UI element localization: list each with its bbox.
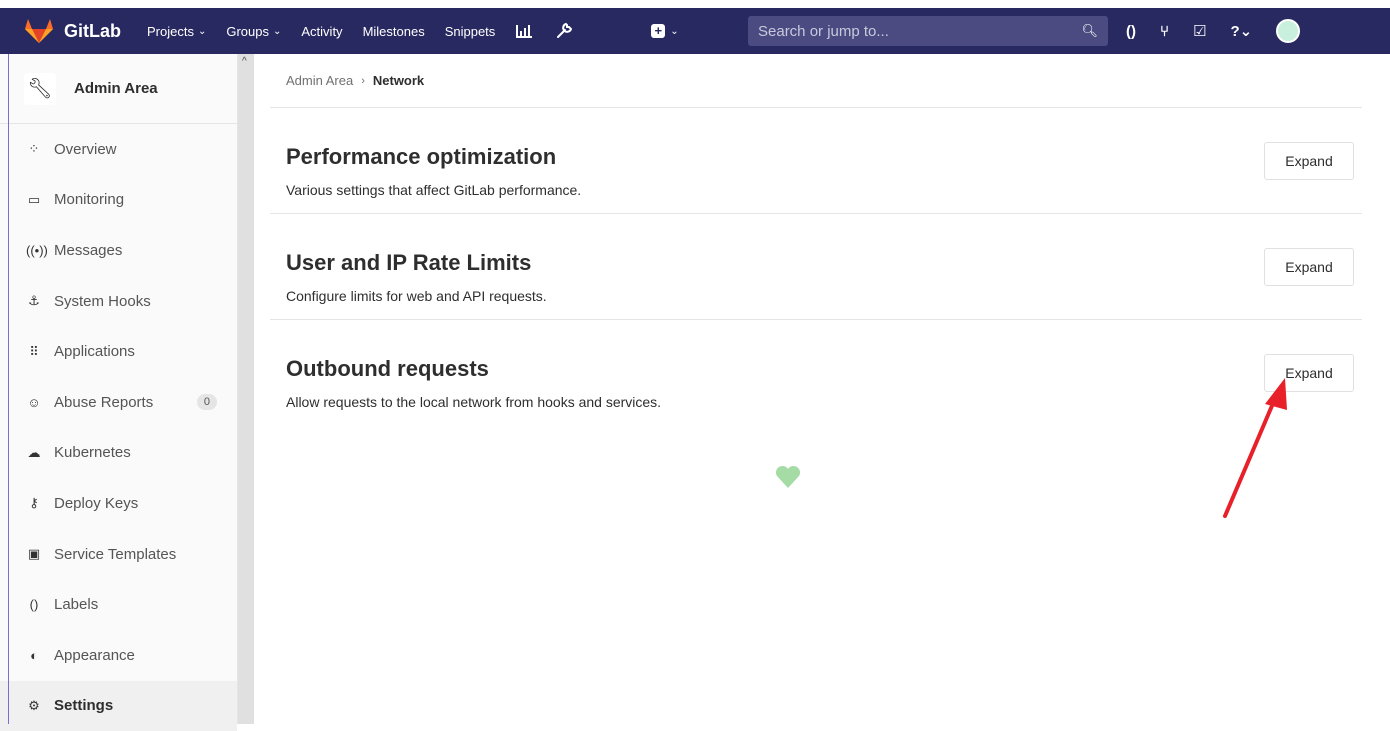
sidebar-item-label: Kubernetes (54, 444, 131, 462)
breadcrumb-current[interactable]: Network (373, 73, 424, 88)
smile-icon: ☺ (27, 394, 41, 410)
nav-milestones[interactable]: Milestones (363, 24, 425, 39)
sidebar-item-label: Applications (54, 343, 135, 361)
top-navbar: GitLab Projects ⌄ Groups ⌄ Activity Milest… (0, 8, 1390, 54)
section-title: Performance optimization (286, 144, 557, 169)
section-description: Configure limits for web and API request… (286, 288, 547, 304)
sidebar-item-system-hooks[interactable]: ⚓ System Hooks (0, 276, 237, 327)
nav-projects-label: Projects (147, 23, 194, 39)
sidebar-item-label: Messages (54, 241, 123, 259)
expand-button[interactable]: Expand (1264, 142, 1354, 180)
sidebar-title: Admin Area (74, 80, 158, 97)
wrench-icon[interactable] (555, 22, 573, 40)
scroll-up-icon[interactable]: ^ (242, 56, 247, 67)
issues-icon[interactable]: () (1126, 23, 1136, 40)
brand[interactable]: GitLab (24, 18, 121, 44)
sidebar-edge (8, 54, 9, 724)
nav-activity[interactable]: Activity (301, 24, 342, 39)
cloud-icon: ☁ (27, 444, 41, 460)
sidebar-item-service-templates[interactable]: ▣ Service Templates (0, 529, 237, 580)
sidebar-item-abuse-reports[interactable]: ☺ Abuse Reports 0 (0, 377, 237, 428)
sidebar-item-label: Labels (54, 596, 99, 614)
palette-icon: ◐ (30, 647, 38, 663)
search-icon: 🔍︎ (1081, 23, 1098, 38)
sidebar-scrollbar[interactable]: ^ (238, 54, 254, 724)
chevron-down-icon: ⌄ (670, 25, 679, 37)
template-icon: ▣ (27, 546, 41, 562)
monitor-icon: ▭ (27, 191, 41, 207)
breadcrumb: Admin Area › Network (270, 54, 1362, 108)
sidebar-item-label: Deploy Keys (54, 494, 139, 512)
todo-icon[interactable]: ☑ (1193, 22, 1206, 40)
sidebar-item-kubernetes[interactable]: ☁ Kubernetes (0, 428, 237, 479)
wrench-icon: 🔧︎ (24, 72, 56, 105)
help-icon[interactable]: ?⌄ (1230, 22, 1252, 40)
section-description: Various settings that affect GitLab perf… (286, 182, 582, 198)
nav-groups-label: Groups (226, 23, 269, 39)
count-badge: 0 (196, 394, 217, 411)
sidebar-item-label: Settings (54, 697, 114, 715)
broadcast-icon: ((•)) (26, 242, 48, 258)
nav-activity-label: Activity (301, 23, 343, 39)
search-box[interactable]: 🔍︎ (748, 16, 1108, 46)
main-nav: Projects ⌄ Groups ⌄ Activity Milestones Sn… (147, 22, 595, 40)
annotation-arrow-icon (1223, 378, 1287, 518)
chevron-down-icon: ⌄ (273, 25, 282, 37)
merge-request-icon[interactable]: ⑂ (1160, 23, 1169, 40)
nav-projects[interactable]: Projects ⌄ (147, 24, 206, 39)
heart-icon (775, 465, 801, 488)
nav-groups[interactable]: Groups ⌄ (226, 24, 281, 39)
breadcrumb-parent[interactable]: Admin Area (286, 73, 353, 88)
gear-icon: ⚙ (28, 697, 40, 713)
admin-sidebar: 🔧︎ Admin Area ⁘ Overview ▭ Monitoring ((•)… (0, 54, 238, 731)
sidebar-item-monitoring[interactable]: ▭ Monitoring (0, 175, 237, 226)
main-content: Admin Area › Network Performance optimiz… (270, 54, 1362, 724)
sidebar-item-applications[interactable]: ⠿ Applications (0, 326, 237, 377)
sidebar-item-label: Service Templates (54, 545, 177, 563)
grid-icon: ⠿ (29, 343, 39, 359)
sidebar-item-label: Appearance (54, 646, 135, 664)
section-title: Outbound requests (286, 356, 489, 381)
top-strip (0, 0, 1390, 8)
chevron-right-icon: › (361, 74, 365, 87)
avatar[interactable] (1276, 19, 1301, 43)
sidebar-item-label: Monitoring (54, 191, 125, 209)
section-title: User and IP Rate Limits (286, 250, 532, 275)
plus-square-icon: + (651, 24, 666, 38)
settings-section: User and IP Rate Limits Configure limits… (270, 214, 1362, 320)
sidebar-list: ⁘ Overview ▭ Monitoring ((•)) Messages ⚓ Sys… (0, 124, 237, 731)
gitlab-logo-icon (25, 19, 53, 43)
sidebar-item-settings[interactable]: ⚙ Settings (0, 680, 237, 731)
sidebar-item-deploy-keys[interactable]: ⚷ Deploy Keys (0, 478, 237, 529)
nav-snippets-label: Snippets (444, 23, 496, 39)
sidebar-item-appearance[interactable]: ◐ Appearance (0, 630, 237, 681)
sidebar-item-overview[interactable]: ⁘ Overview (0, 124, 237, 175)
expand-button[interactable]: Expand (1264, 248, 1354, 286)
hook-icon: ⚓ (28, 293, 40, 309)
chevron-down-icon: ⌄ (197, 25, 207, 37)
sidebar-item-labels[interactable]: () Labels (0, 579, 237, 630)
section-description: Allow requests to the local network from… (286, 394, 662, 410)
sidebar-header[interactable]: 🔧︎ Admin Area (0, 54, 237, 124)
sidebar-item-label: System Hooks (54, 292, 151, 310)
labels-icon: () (29, 597, 39, 613)
app-name: GitLab (64, 20, 121, 41)
right-icons: () ⑂ ☑ ?⌄ (1126, 16, 1301, 46)
nav-milestones-label: Milestones (362, 23, 425, 39)
chart-bar-icon[interactable] (515, 23, 533, 39)
overview-icon: ⁘ (28, 141, 40, 157)
key-icon: ⚷ (29, 495, 39, 511)
new-dropdown[interactable]: + ⌄ (651, 24, 679, 38)
sidebar-item-label: Overview (54, 140, 117, 158)
search-input[interactable] (758, 22, 1082, 40)
settings-section: Outbound requests Allow requests to the … (270, 320, 1362, 426)
sidebar-item-messages[interactable]: ((•)) Messages (0, 225, 237, 276)
sidebar-item-label: Abuse Reports (54, 393, 154, 411)
settings-section: Performance optimization Various setting… (270, 108, 1362, 214)
nav-snippets[interactable]: Snippets (445, 24, 496, 39)
